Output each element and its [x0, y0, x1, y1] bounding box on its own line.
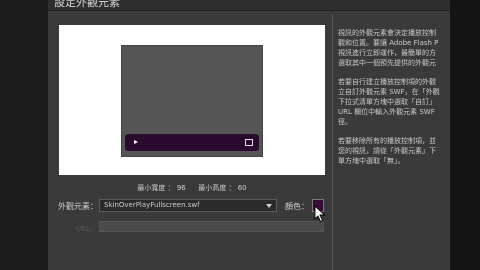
help-line: 選取其中一個預先提供的外觀元 [338, 59, 436, 67]
help-line: URL 欄位中輸入外觀元素 SWF [338, 108, 435, 116]
url-input[interactable] [99, 221, 324, 232]
skin-dropdown-value: SkinOverPlayFullscreen.swf [104, 201, 200, 209]
skin-controlbar-preview [125, 134, 259, 151]
dialog-titlebar: 設定外觀元素 [48, 0, 450, 11]
help-line: 您的視訊，請從「外觀元素」下 [338, 147, 436, 155]
mouse-cursor-icon [314, 205, 326, 223]
video-preview [121, 45, 263, 157]
help-text-pane: 視訊的外觀元素會決定播放控制 觀和位置。要讓 Adobe Flash P 視訊進行立… [338, 28, 450, 270]
skin-dialog: 設定外觀元素 最小寬度 ： 96 最小高度 ： 60 外觀元素： SkinOve… [48, 0, 450, 270]
color-label: 顏色： [285, 202, 309, 211]
help-line: 下拉式清單方塊中選取「自訂」 [338, 98, 436, 106]
help-line: 單方塊中選取「無」。 [338, 157, 405, 165]
fullscreen-icon [245, 139, 253, 146]
min-height-value: 60 [237, 184, 247, 192]
help-line: 若要自行建立播放控制項的外觀 [338, 78, 436, 86]
minimum-size-info: 最小寬度 ： 96 最小高度 ： 60 [48, 183, 336, 193]
url-label: URL： [76, 225, 97, 233]
help-line: 若要移除所有的播放控制項，並 [338, 137, 436, 145]
help-line: 觀和位置。要讓 Adobe Flash P [338, 39, 439, 47]
help-line: 徑。 [338, 118, 352, 126]
help-paragraph: 若要自行建立播放控制項的外觀 立自訂外觀元素 SWF，在「外觀 下拉式清單方塊中選取… [338, 77, 450, 127]
min-height-label: 最小高度 [198, 184, 227, 192]
help-paragraph: 若要移除所有的播放控制項，並 您的視訊，請從「外觀元素」下 單方塊中選取「無」。 [338, 136, 450, 166]
skin-label: 外觀元素： [58, 202, 98, 211]
dialog-title: 設定外觀元素 [54, 0, 120, 9]
skin-preview-area [59, 25, 325, 175]
window-edge [450, 0, 480, 270]
help-line: 視訊進行立即運作，最簡單的方 [338, 49, 436, 57]
pane-divider [332, 14, 333, 270]
min-width-colon: ： [167, 184, 175, 192]
min-width-value: 96 [176, 184, 186, 192]
min-width-label: 最小寬度 [137, 184, 166, 192]
skin-dropdown[interactable]: SkinOverPlayFullscreen.swf [99, 199, 277, 212]
play-icon [134, 140, 138, 144]
chevron-down-icon [266, 204, 272, 208]
help-line: 立自訂外觀元素 SWF，在「外觀 [338, 88, 440, 96]
help-paragraph: 視訊的外觀元素會決定播放控制 觀和位置。要讓 Adobe Flash P 視訊進行立… [338, 28, 450, 68]
help-line: 視訊的外觀元素會決定播放控制 [338, 29, 436, 37]
min-height-colon: ： [228, 184, 236, 192]
